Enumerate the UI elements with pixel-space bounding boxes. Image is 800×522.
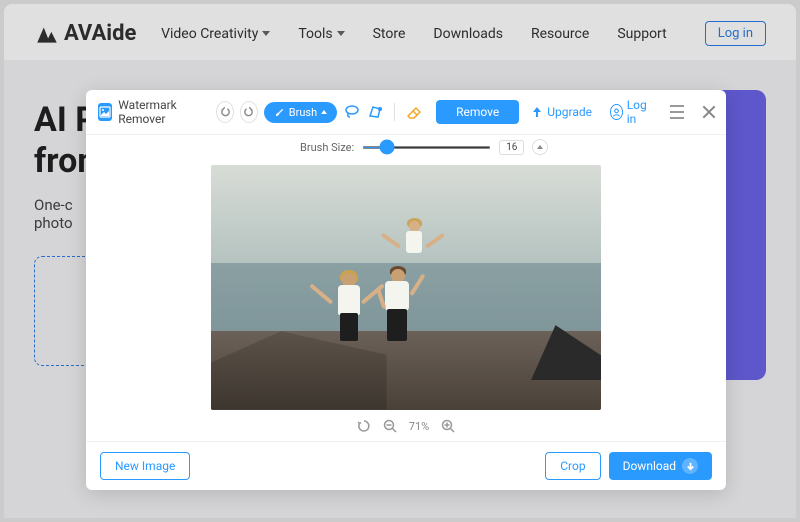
- brush-size-value: 16: [499, 140, 524, 155]
- crop-button[interactable]: Crop: [545, 452, 600, 480]
- upgrade-link[interactable]: Upgrade: [531, 105, 592, 119]
- reset-view-button[interactable]: [357, 419, 371, 433]
- polygon-tool-button[interactable]: [367, 101, 384, 123]
- zoom-out-button[interactable]: [383, 419, 397, 433]
- new-image-button[interactable]: New Image: [100, 452, 190, 480]
- eraser-tool-button[interactable]: [405, 101, 422, 123]
- chevron-up-icon: [321, 110, 327, 114]
- download-icon: [682, 458, 698, 474]
- collapse-brush-button[interactable]: [532, 139, 548, 155]
- close-button[interactable]: [700, 103, 714, 121]
- modal-footer: New Image Crop Download: [86, 441, 726, 490]
- download-button[interactable]: Download: [609, 452, 712, 480]
- brush-tool-button[interactable]: Brush: [264, 102, 337, 123]
- undo-button[interactable]: [216, 101, 234, 123]
- user-icon: [610, 104, 623, 120]
- chevron-up-icon: [537, 145, 543, 149]
- canvas-area[interactable]: [86, 163, 726, 411]
- menu-button[interactable]: [670, 105, 684, 119]
- modal-title: Watermark Remover: [118, 98, 204, 126]
- working-image[interactable]: [211, 165, 601, 410]
- modal-toolbar: Watermark Remover Brush Remove Upgrade L…: [86, 90, 726, 135]
- zoom-in-button[interactable]: [441, 419, 455, 433]
- zoom-controls: 71%: [86, 411, 726, 441]
- brush-size-row: Brush Size: 16: [86, 135, 726, 163]
- toolbar-divider: [394, 103, 395, 121]
- upgrade-icon: [531, 106, 543, 118]
- zoom-level: 71%: [409, 420, 429, 433]
- brush-icon: [274, 107, 285, 118]
- remove-button[interactable]: Remove: [436, 100, 519, 124]
- redo-button[interactable]: [240, 101, 258, 123]
- watermark-remover-modal: Watermark Remover Brush Remove Upgrade L…: [86, 90, 726, 490]
- app-icon: [98, 103, 112, 121]
- brush-size-slider[interactable]: [362, 146, 491, 149]
- lasso-tool-button[interactable]: [343, 101, 360, 123]
- brush-size-label: Brush Size:: [300, 141, 354, 154]
- modal-login-link[interactable]: Log in: [610, 98, 652, 126]
